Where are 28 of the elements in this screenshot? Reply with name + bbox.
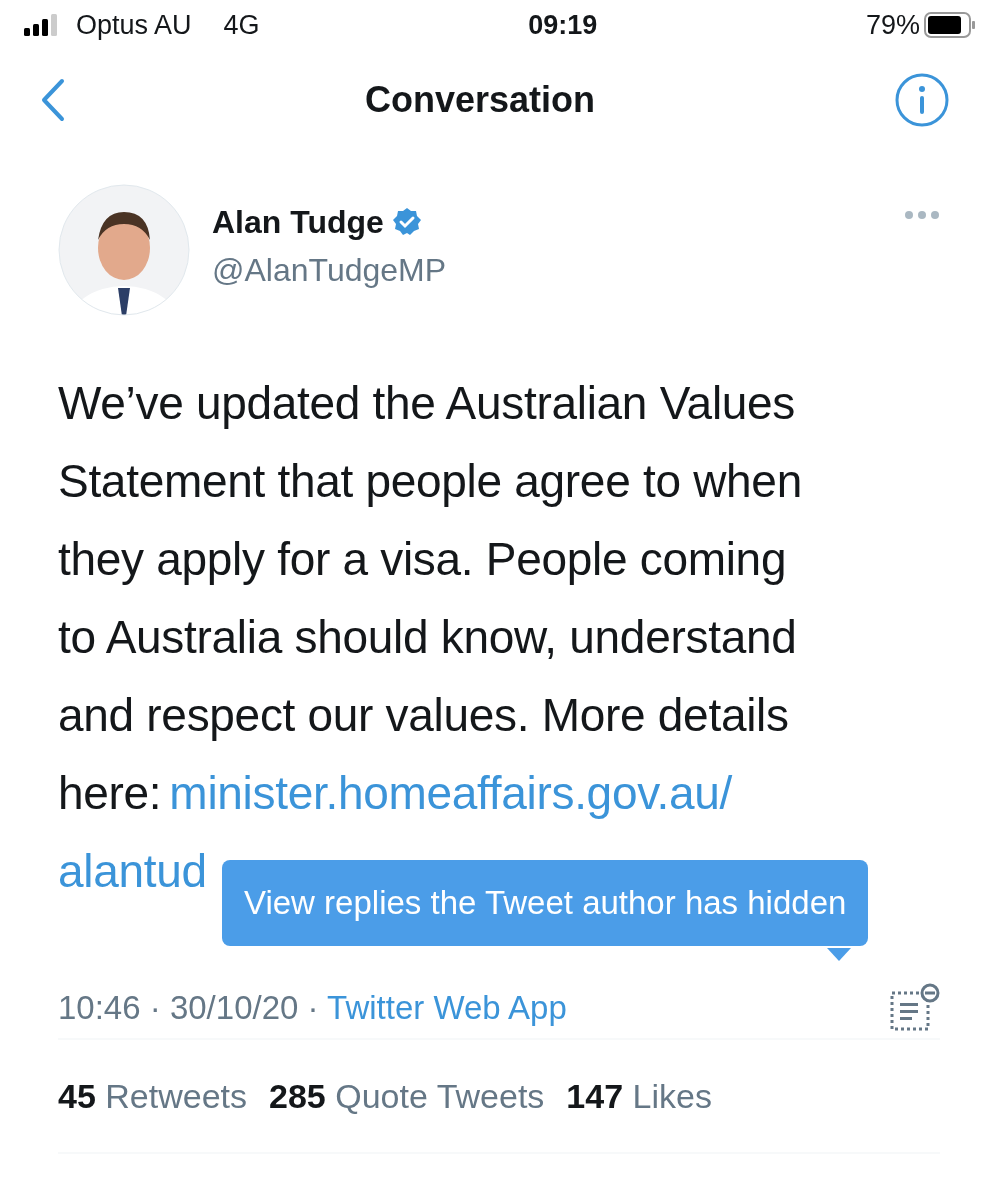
author-handle: @AlanTudgeMP (212, 251, 447, 290)
tooltip-arrow-icon (827, 948, 851, 962)
info-icon[interactable] (894, 72, 950, 128)
stat-item: 147 Likes (566, 1075, 712, 1117)
signal-icon (24, 14, 60, 36)
stat-item: 285 Quote Tweets (269, 1075, 545, 1117)
page-title: Conversation (364, 78, 595, 122)
tweet-link[interactable]: minister.homeaffairs.gov.au/ (169, 754, 732, 832)
tweet-text-line: here: (58, 766, 162, 821)
tweet-text-line: they apply for a visa. People coming (58, 532, 787, 587)
battery-icon (924, 12, 976, 38)
tweet-text-line: to Australia should know, understand (58, 610, 797, 665)
battery-percent: 79% (865, 8, 920, 42)
hidden-replies-tooltip[interactable]: View replies the Tweet author has hidden (222, 860, 869, 946)
tweet-text-line: Statement that people agree to when (58, 454, 802, 509)
more-icon[interactable] (904, 210, 940, 220)
author-name: Alan Tudge (212, 203, 384, 242)
stat-item: 45 Retweets (58, 1075, 247, 1117)
carrier-name: Optus AU (76, 8, 192, 42)
source-link[interactable]: Twitter Web App (327, 989, 567, 1027)
tweet-link[interactable]: alantud (58, 832, 207, 910)
tweet-meta: 10:46 · 30/10/20 · Twitter Web App (58, 988, 567, 1029)
tweet-text-line: and respect our values. More details (58, 688, 789, 743)
network-type: 4G (223, 8, 260, 42)
tweet-text-line: We’ve updated the Australian Values (58, 376, 796, 431)
hidden-replies-icon[interactable] (888, 983, 940, 1033)
back-icon[interactable] (40, 78, 66, 122)
clock-time: 09:19 (528, 8, 598, 42)
